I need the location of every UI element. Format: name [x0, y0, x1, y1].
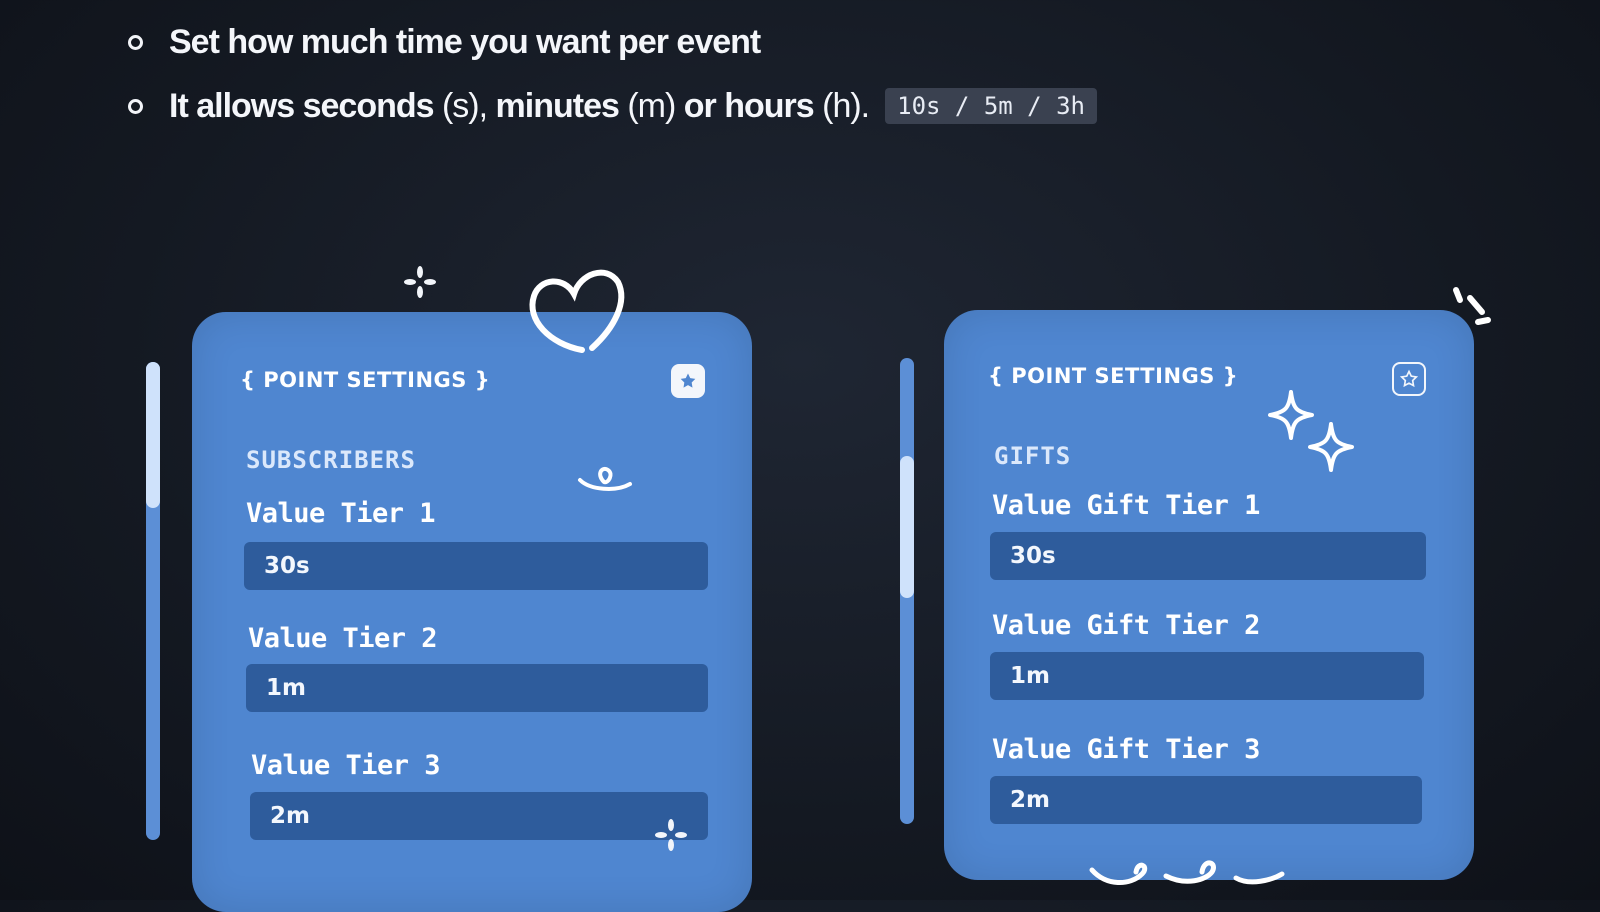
text-hours-unit: (h).: [822, 86, 870, 125]
star-icon: [1399, 369, 1419, 388]
text-minutes: minutes: [495, 86, 620, 125]
instruction-text: It allows seconds (s), minutes (m) or ho…: [169, 86, 870, 126]
bullet-icon: [128, 34, 143, 50]
sparkle-icon: [655, 819, 687, 851]
input-gift-tier-3[interactable]: 2m: [990, 776, 1422, 824]
burst-lines-icon: [1453, 287, 1491, 325]
card-title: { POINT SETTINGS }: [240, 368, 491, 392]
field-label-gift-tier-1: Value Gift Tier 1: [992, 490, 1260, 521]
favorite-button[interactable]: [671, 364, 705, 398]
field-label-gift-tier-2: Value Gift Tier 2: [992, 610, 1260, 641]
input-gift-tier-1[interactable]: 30s: [990, 532, 1426, 580]
scrollbar-thumb[interactable]: [146, 362, 160, 508]
input-tier-1[interactable]: 30s: [244, 542, 708, 590]
star-icon: [680, 373, 696, 388]
scrollbar-left[interactable]: [146, 362, 160, 840]
field-label-gift-tier-3: Value Gift Tier 3: [992, 734, 1260, 765]
instruction-item: Set how much time you want per event: [128, 10, 1097, 74]
text-hours: or hours: [683, 86, 815, 125]
text-seconds: It allows seconds: [169, 86, 435, 125]
field-label-tier-1: Value Tier 1: [246, 498, 436, 529]
scrollbar-thumb[interactable]: [900, 456, 914, 598]
section-label-gifts: GIFTS: [994, 442, 1072, 470]
swirl-icon: [578, 467, 632, 491]
favorite-button[interactable]: [1392, 362, 1426, 396]
instructions-list: Set how much time you want per event It …: [128, 10, 1097, 138]
sparkle-icon: [404, 266, 436, 298]
text-seconds-unit: (s),: [441, 86, 488, 125]
field-label-tier-3: Value Tier 3: [251, 750, 441, 781]
heart-icon: [529, 269, 625, 353]
instruction-item: It allows seconds (s), minutes (m) or ho…: [128, 74, 1097, 138]
bullet-icon: [128, 98, 143, 114]
input-tier-2[interactable]: 1m: [246, 664, 708, 712]
card-title: { POINT SETTINGS }: [988, 364, 1239, 388]
input-tier-3[interactable]: 2m: [250, 792, 708, 840]
field-label-tier-2: Value Tier 2: [248, 623, 438, 654]
instruction-text: Set how much time you want per event: [169, 22, 761, 61]
four-point-star-icon: [1308, 422, 1354, 472]
point-settings-card-gifts: { POINT SETTINGS } GIFTS Value Gift Tier…: [944, 310, 1474, 880]
scrollbar-right[interactable]: [900, 358, 914, 824]
swirl-icon: [1089, 860, 1285, 885]
input-gift-tier-2[interactable]: 1m: [990, 652, 1424, 700]
code-example: 10s / 5m / 3h: [885, 88, 1097, 124]
section-label-subscribers: SUBSCRIBERS: [246, 446, 416, 474]
text-minutes-unit: (m): [627, 86, 676, 125]
